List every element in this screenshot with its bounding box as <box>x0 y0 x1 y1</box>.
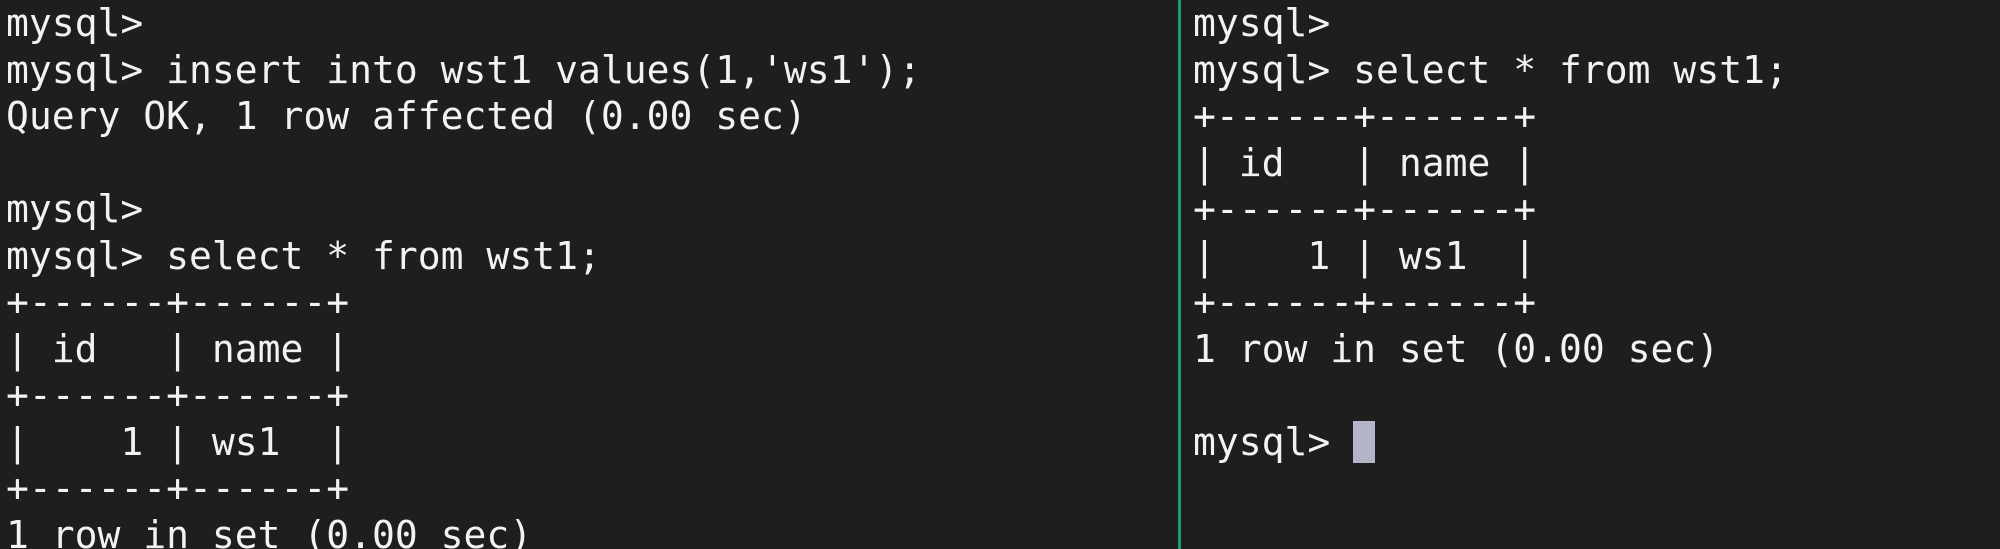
table-border-line: +------+------+ <box>1193 280 1537 324</box>
prompt-line[interactable]: mysql> <box>1193 419 2000 466</box>
terminal-line: 1 row in set (0.00 sec) <box>6 512 533 549</box>
terminal-window[interactable]: mysql> mysql> insert into wst1 values(1,… <box>0 0 2000 549</box>
table-row: | 1 | ws1 | <box>6 419 350 464</box>
terminal-line: mysql> select * from wst1; <box>1193 47 1788 92</box>
table-header-row: | id | name | <box>1193 140 1537 185</box>
right-terminal-pane[interactable]: mysql> mysql> select * from wst1; +-----… <box>1181 0 2000 549</box>
table-border-line: +------+------+ <box>1193 187 1537 231</box>
terminal-line: mysql> insert into wst1 values(1,'ws1'); <box>6 47 922 92</box>
table-border-line: +------+------+ <box>1193 94 1537 138</box>
left-terminal-pane[interactable]: mysql> mysql> insert into wst1 values(1,… <box>0 0 1178 549</box>
table-border-line: +------+------+ <box>6 280 350 324</box>
table-row: | 1 | ws1 | <box>1193 233 1537 278</box>
table-border-line: +------+------+ <box>6 373 350 417</box>
terminal-line: Query OK, 1 row affected (0.00 sec) <box>6 94 807 138</box>
prompt-text: mysql> <box>1193 419 1354 464</box>
terminal-line: mysql> <box>1193 1 1331 45</box>
table-header-row: | id | name | <box>6 326 350 371</box>
terminal-line: mysql> select * from wst1; <box>6 233 601 278</box>
text-cursor <box>1353 420 1376 463</box>
terminal-line: mysql> <box>6 1 144 45</box>
terminal-line: mysql> <box>6 187 144 231</box>
terminal-line: 1 row in set (0.00 sec) <box>1193 326 1720 371</box>
table-border-line: +------+------+ <box>6 466 350 510</box>
